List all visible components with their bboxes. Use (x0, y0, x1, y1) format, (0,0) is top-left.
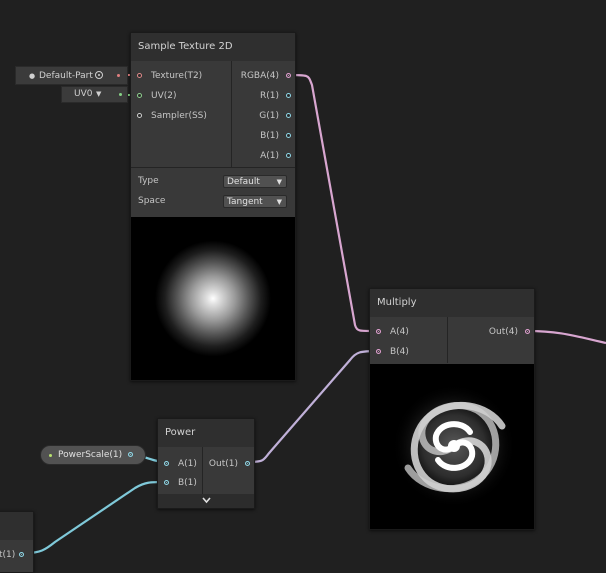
type-dropdown[interactable]: Default ▼ (223, 175, 287, 188)
port-dot[interactable] (286, 113, 291, 118)
input-port-b[interactable]: B(4) (376, 344, 409, 360)
chip-output-dot[interactable] (117, 74, 120, 77)
port-label: Out(4) (488, 327, 518, 337)
multiply-node[interactable]: Multiply A(4) B(4) Out(4) (369, 288, 535, 530)
port-dot[interactable] (137, 113, 142, 118)
port-dot[interactable] (137, 93, 142, 98)
input-port-texture[interactable]: Texture(T2) (137, 68, 202, 84)
wire-partial-to-power-b[interactable] (25, 480, 167, 555)
dropdown-caret-icon[interactable]: ▼ (96, 87, 101, 102)
uv-channel-label: UV0 (74, 89, 93, 99)
wire-multiply-out[interactable] (526, 329, 606, 345)
input-port-uv[interactable]: UV(2) (137, 88, 177, 104)
node-title[interactable]: Multiply (370, 289, 534, 317)
output-port-rgba[interactable]: RGBA(4) (241, 68, 291, 84)
texture-preview (131, 217, 295, 380)
port-dot[interactable] (164, 461, 169, 466)
texture-property-label: Default-Part (39, 71, 93, 81)
texture-property-chip[interactable]: ● Default-Part (15, 66, 128, 85)
swirl-preview-image (392, 384, 516, 508)
port-dot[interactable] (164, 480, 169, 485)
node-title[interactable]: Power (158, 419, 254, 447)
port-label: Texture(T2) (151, 71, 203, 81)
section-divider (131, 167, 295, 168)
port-divider (447, 317, 448, 363)
port-dot[interactable] (525, 329, 530, 334)
output-port-out[interactable]: Out(4) (489, 324, 530, 340)
port-dot[interactable] (19, 552, 24, 557)
dropdown-caret-icon: ▼ (276, 178, 282, 186)
port-dot[interactable] (286, 153, 291, 158)
input-port-a[interactable]: A(1) (164, 456, 197, 472)
port-label: Sampler(SS) (151, 111, 207, 121)
property-label: PowerScale(1) (58, 450, 123, 460)
space-label: Space (138, 196, 166, 206)
chip-output-dot[interactable] (119, 93, 122, 96)
port-label: RGBA(4) (240, 71, 279, 81)
type-label: Type (138, 176, 159, 186)
port-dot[interactable] (286, 73, 291, 78)
port-dot[interactable] (245, 461, 250, 466)
port-label: t(1) (0, 550, 16, 560)
port-divider (202, 447, 203, 494)
port-dot[interactable] (376, 349, 381, 354)
input-port-sampler[interactable]: Sampler(SS) (137, 108, 207, 124)
port-label: Out(1) (208, 459, 238, 469)
output-port-partial[interactable]: t(1) (0, 547, 24, 563)
power-node[interactable]: Power A(1) B(1) Out(1) (157, 418, 255, 509)
port-label: UV(2) (151, 91, 177, 101)
partial-node[interactable]: t(1) (0, 511, 34, 573)
collapse-toggle[interactable] (158, 494, 254, 508)
port-dot[interactable] (286, 93, 291, 98)
partial-node-header (0, 512, 33, 540)
port-dot[interactable] (376, 329, 381, 334)
output-port-a[interactable]: A(1) (260, 148, 291, 164)
space-dropdown[interactable]: Tangent ▼ (223, 195, 287, 208)
output-port-g[interactable]: G(1) (259, 108, 291, 124)
input-port-b[interactable]: B(1) (164, 475, 197, 491)
property-indicator-dot (49, 454, 52, 457)
input-port-a[interactable]: A(4) (376, 324, 409, 340)
type-value: Default (227, 177, 260, 187)
chevron-down-icon[interactable] (202, 497, 211, 504)
powerscale-property-node[interactable]: PowerScale(1) (40, 445, 146, 465)
space-value: Tangent (227, 197, 263, 207)
port-divider (231, 61, 232, 167)
port-dot[interactable] (137, 73, 142, 78)
node-title[interactable]: Sample Texture 2D (131, 33, 295, 61)
sample-texture-2d-node[interactable]: Sample Texture 2D Texture(T2) UV(2) Samp… (130, 32, 296, 381)
output-port-b[interactable]: B(1) (260, 128, 291, 144)
output-port-r[interactable]: R(1) (260, 88, 291, 104)
port-dot[interactable] (286, 133, 291, 138)
chip-bullet: ● (29, 72, 36, 80)
texture-picker-icon[interactable] (95, 71, 103, 79)
output-port-out[interactable]: Out(1) (209, 456, 250, 472)
dropdown-caret-icon: ▼ (276, 198, 282, 206)
multiply-preview (370, 364, 534, 529)
uv-channel-chip[interactable]: UV0 ▼ (61, 86, 128, 103)
wire-rgba-to-multiply-a[interactable] (287, 73, 379, 333)
property-output-dot[interactable] (128, 452, 133, 457)
